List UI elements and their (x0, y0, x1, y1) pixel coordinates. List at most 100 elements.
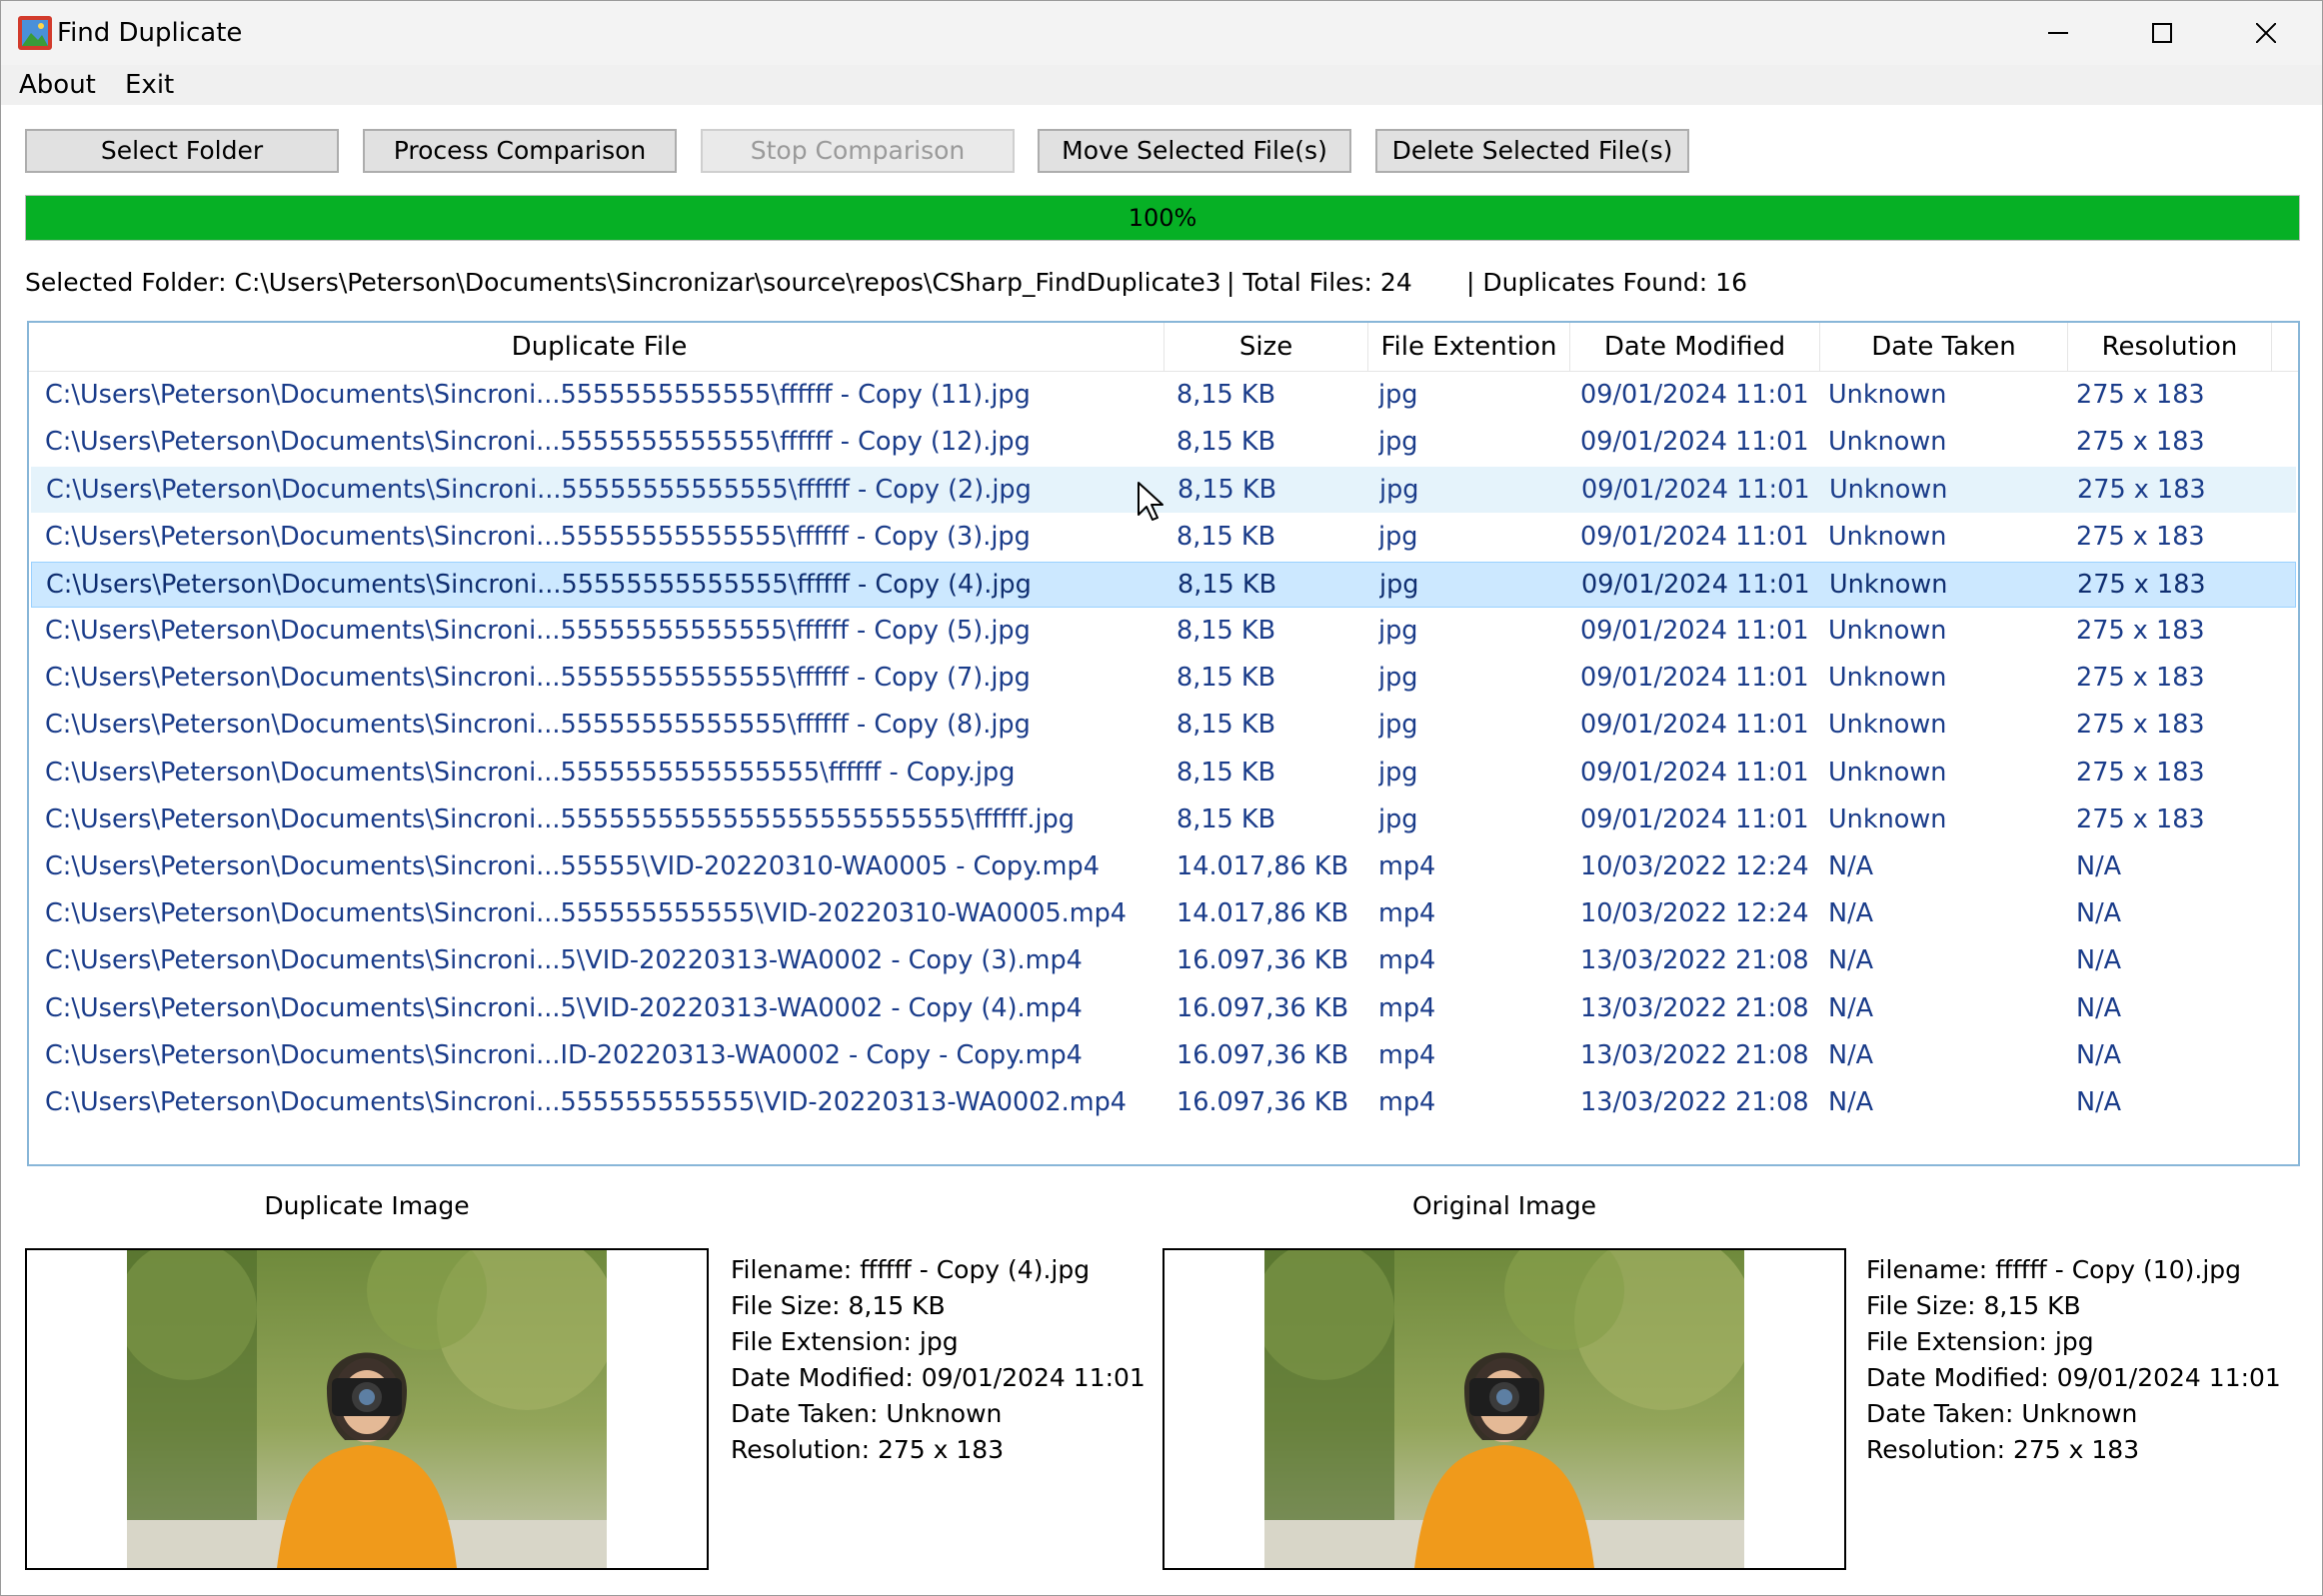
cell-size: 8,15 KB (1176, 803, 1276, 834)
cell-resolution: N/A (2076, 851, 2122, 881)
cell-duplicate-file: C:\Users\Peterson\Documents\Sincroni...5… (45, 898, 1128, 929)
table-row[interactable]: C:\Users\Peterson\Documents\Sincroni...5… (31, 656, 2296, 702)
cell-date-modified: 13/03/2022 21:08 (1580, 1087, 1809, 1117)
cell-duplicate-file: C:\Users\Peterson\Documents\Sincroni...5… (45, 945, 1083, 976)
table-row[interactable]: C:\Users\Peterson\Documents\Sincroni...5… (31, 844, 2296, 890)
menu-about[interactable]: About (19, 69, 96, 101)
cell-size: 8,15 KB (1177, 475, 1277, 506)
cell-date-modified: 09/01/2024 11:01 (1580, 757, 1809, 788)
cell-file-extension: mp4 (1378, 992, 1436, 1023)
original-resolution: Resolution: 275 x 183 (1866, 1435, 2140, 1464)
original-extension: File Extension: jpg (1866, 1327, 2094, 1356)
cell-duplicate-file: C:\Users\Peterson\Documents\Sincroni...5… (45, 663, 1031, 694)
table-row[interactable]: C:\Users\Peterson\Documents\Sincroni...5… (31, 373, 2296, 419)
table-row[interactable]: C:\Users\Peterson\Documents\Sincroni...5… (31, 751, 2296, 797)
duplicate-modified: Date Modified: 09/01/2024 11:01 (731, 1363, 1146, 1392)
table-row[interactable]: C:\Users\Peterson\Documents\Sincroni...5… (31, 1080, 2296, 1126)
duplicates-found-label: | Duplicates Found: 16 (1466, 268, 1747, 297)
table-row[interactable]: C:\Users\Peterson\Documents\Sincroni...5… (31, 891, 2296, 937)
total-files-label: | Total Files: 24 (1226, 268, 1412, 297)
cell-file-extension: mp4 (1378, 945, 1436, 976)
cell-duplicate-file: C:\Users\Peterson\Documents\Sincroni...5… (45, 427, 1031, 458)
cell-date-taken: Unknown (1828, 521, 1947, 552)
cell-size: 8,15 KB (1176, 616, 1276, 646)
duplicate-list[interactable]: Duplicate File Size File Extention Date … (27, 321, 2300, 1166)
cell-resolution: N/A (2076, 992, 2122, 1023)
table-row[interactable]: C:\Users\Peterson\Documents\Sincroni...5… (31, 798, 2296, 843)
cell-size: 16.097,36 KB (1176, 1039, 1349, 1070)
cell-date-modified: 09/01/2024 11:01 (1581, 475, 1810, 506)
close-button[interactable] (2214, 1, 2318, 65)
mouse-cursor-icon (1138, 482, 1163, 521)
stop-comparison-button[interactable]: Stop Comparison (701, 129, 1015, 173)
cell-size: 8,15 KB (1176, 663, 1276, 694)
cell-date-modified: 09/01/2024 11:01 (1580, 427, 1809, 458)
column-file-extension[interactable]: File Extention (1368, 323, 1570, 371)
cell-file-extension: jpg (1378, 380, 1418, 410)
original-image-preview (1162, 1248, 1846, 1570)
original-modified: Date Modified: 09/01/2024 11:01 (1866, 1363, 2281, 1392)
cell-date-modified: 09/01/2024 11:01 (1580, 710, 1809, 741)
table-row[interactable]: C:\Users\Peterson\Documents\Sincroni...5… (31, 561, 2296, 608)
cell-resolution: N/A (2076, 1039, 2122, 1070)
cell-date-taken: Unknown (1828, 380, 1947, 410)
cell-date-taken: Unknown (1828, 616, 1947, 646)
cell-resolution: 275 x 183 (2076, 427, 2205, 458)
cell-date-modified: 09/01/2024 11:01 (1580, 803, 1809, 834)
maximize-button[interactable] (2110, 1, 2214, 65)
duplicate-taken: Date Taken: Unknown (731, 1399, 1003, 1428)
menu-exit[interactable]: Exit (125, 69, 174, 101)
cell-duplicate-file: C:\Users\Peterson\Documents\Sincroni...5… (45, 992, 1083, 1023)
cell-date-modified: 13/03/2022 21:08 (1580, 1039, 1809, 1070)
column-date-modified[interactable]: Date Modified (1570, 323, 1820, 371)
cell-resolution: 275 x 183 (2077, 475, 2206, 506)
cell-date-taken: Unknown (1829, 569, 1948, 600)
cell-file-extension: jpg (1379, 475, 1419, 506)
column-resolution[interactable]: Resolution (2068, 323, 2272, 371)
original-filename: Filename: ffffff - Copy (10).jpg (1866, 1255, 2241, 1284)
column-size[interactable]: Size (1164, 323, 1368, 371)
table-row[interactable]: C:\Users\Peterson\Documents\Sincroni...5… (31, 609, 2296, 655)
maximize-icon (2152, 23, 2172, 43)
cell-size: 16.097,36 KB (1176, 1087, 1349, 1117)
original-size: File Size: 8,15 KB (1866, 1291, 2081, 1320)
table-row[interactable]: C:\Users\Peterson\Documents\Sincroni...I… (31, 1033, 2296, 1079)
cell-file-extension: jpg (1378, 803, 1418, 834)
cell-size: 16.097,36 KB (1176, 992, 1349, 1023)
duplicate-photo (127, 1250, 607, 1568)
cell-resolution: N/A (2076, 1087, 2122, 1117)
process-comparison-button[interactable]: Process Comparison (363, 129, 677, 173)
column-duplicate-file[interactable]: Duplicate File (35, 323, 1164, 371)
title-bar[interactable]: Find Duplicate (1, 1, 2322, 65)
minimize-button[interactable] (2006, 1, 2110, 65)
delete-selected-button[interactable]: Delete Selected File(s) (1375, 129, 1689, 173)
cell-size: 8,15 KB (1176, 521, 1276, 552)
move-selected-button[interactable]: Move Selected File(s) (1038, 129, 1351, 173)
table-row[interactable]: C:\Users\Peterson\Documents\Sincroni...5… (31, 420, 2296, 466)
table-row[interactable]: C:\Users\Peterson\Documents\Sincroni...5… (31, 986, 2296, 1032)
cell-file-extension: jpg (1378, 710, 1418, 741)
cell-resolution: 275 x 183 (2076, 521, 2205, 552)
cell-duplicate-file: C:\Users\Peterson\Documents\Sincroni...5… (45, 803, 1075, 834)
column-date-taken[interactable]: Date Taken (1820, 323, 2068, 371)
progress-bar: 100% (25, 195, 2300, 241)
cell-date-taken: N/A (1828, 992, 1874, 1023)
cell-file-extension: jpg (1378, 521, 1418, 552)
cell-date-taken: N/A (1828, 1039, 1874, 1070)
cell-date-taken: Unknown (1829, 475, 1948, 506)
cell-duplicate-file: C:\Users\Peterson\Documents\Sincroni...5… (46, 569, 1032, 600)
cell-date-modified: 10/03/2022 12:24 (1580, 851, 1809, 881)
cell-file-extension: jpg (1378, 616, 1418, 646)
cell-date-modified: 10/03/2022 12:24 (1580, 898, 1809, 929)
list-header: Duplicate File Size File Extention Date … (29, 323, 2298, 372)
cell-date-modified: 13/03/2022 21:08 (1580, 945, 1809, 976)
cell-date-modified: 09/01/2024 11:01 (1580, 663, 1809, 694)
cell-duplicate-file: C:\Users\Peterson\Documents\Sincroni...5… (45, 710, 1031, 741)
cell-duplicate-file: C:\Users\Peterson\Documents\Sincroni...5… (45, 521, 1031, 552)
minimize-icon (2048, 32, 2068, 34)
select-folder-button[interactable]: Select Folder (25, 129, 339, 173)
table-row[interactable]: C:\Users\Peterson\Documents\Sincroni...5… (31, 703, 2296, 749)
table-row[interactable]: C:\Users\Peterson\Documents\Sincroni...5… (31, 938, 2296, 984)
cell-size: 8,15 KB (1176, 380, 1276, 410)
cell-resolution: N/A (2076, 945, 2122, 976)
